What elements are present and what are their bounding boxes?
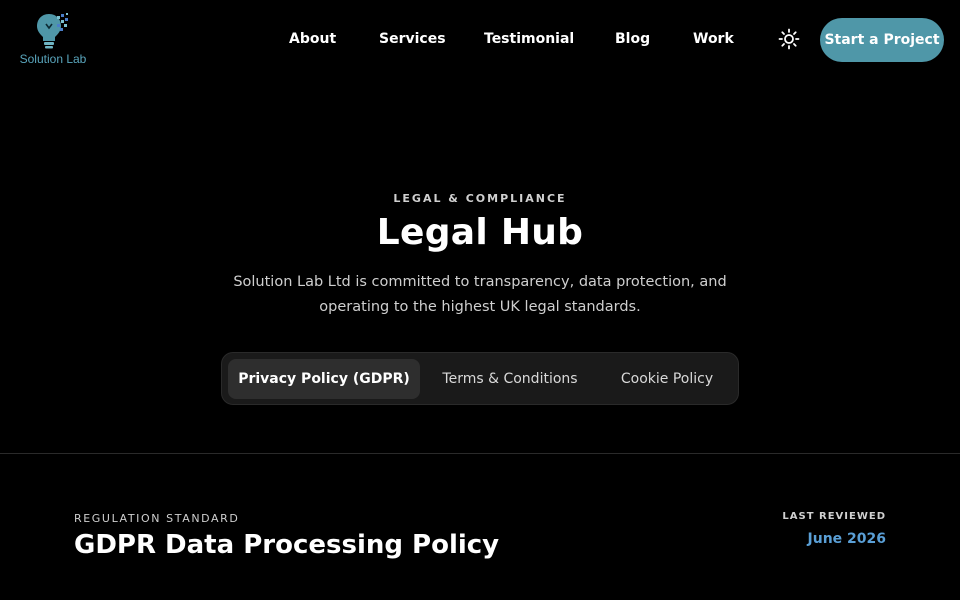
site-header: Solution Lab About Services Testimonial … (0, 0, 960, 80)
nav-testimonial[interactable]: Testimonial (484, 31, 574, 47)
nav-about[interactable]: About (289, 31, 336, 47)
hero-subtitle: Solution Lab Ltd is committed to transpa… (233, 274, 727, 315)
logo[interactable]: Solution Lab (14, 12, 92, 68)
last-reviewed-label: LAST REVIEWED (782, 511, 886, 522)
page-title: Legal Hub (376, 212, 584, 253)
logo-text: Solution Lab (19, 52, 87, 66)
nav-work[interactable]: Work (693, 31, 734, 47)
last-reviewed-date: June 2026 (807, 531, 886, 547)
regulation-label: REGULATION STANDARD (74, 512, 240, 525)
policy-tabs: Privacy Policy (GDPR) Terms & Conditions… (221, 352, 739, 405)
sun-icon[interactable] (778, 28, 800, 50)
regulation-title: GDPR Data Processing Policy (74, 530, 500, 560)
nav-blog[interactable]: Blog (615, 31, 650, 47)
tab-cookie-policy[interactable]: Cookie Policy (600, 359, 734, 399)
start-project-button[interactable]: Start a Project (820, 18, 944, 62)
tab-terms-conditions[interactable]: Terms & Conditions (428, 359, 592, 399)
nav-services[interactable]: Services (379, 31, 446, 47)
tab-privacy-policy[interactable]: Privacy Policy (GDPR) (228, 359, 420, 399)
lightbulb-logo-icon (37, 13, 68, 49)
section-divider (0, 453, 960, 454)
hero-eyebrow: LEGAL & COMPLIANCE (393, 192, 567, 205)
